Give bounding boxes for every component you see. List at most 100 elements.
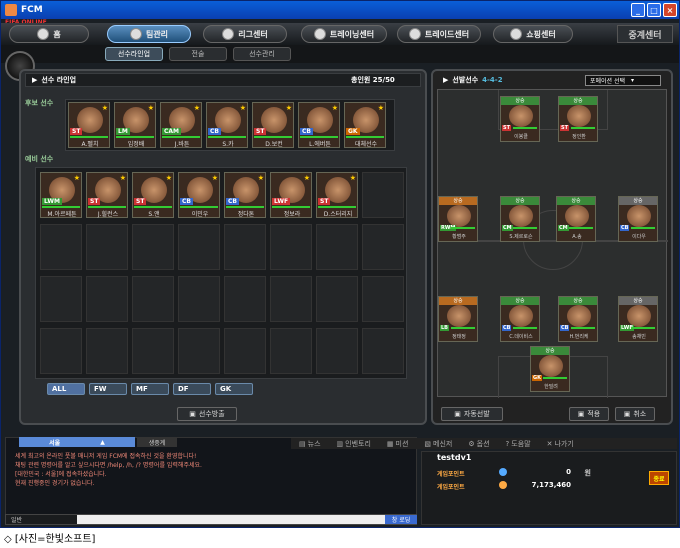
subtab-0[interactable]: 선수라인업 — [105, 47, 163, 61]
auto-select-button[interactable]: ▣ 자동선발 — [441, 407, 503, 421]
player-card[interactable]: ★ ST S.앤 — [132, 172, 174, 218]
point-value: 0 — [566, 468, 571, 476]
empty-slot[interactable] — [40, 328, 82, 374]
nav-icon — [222, 28, 235, 40]
menu-item[interactable]: ✕ 나가기 — [539, 438, 582, 449]
starter-card[interactable]: 상승 CB 이다우 — [618, 196, 658, 242]
player-card[interactable]: ★ LWM M.아르떼튼 — [40, 172, 82, 218]
formation-select[interactable]: 포메이션 선택 ▾ — [585, 75, 661, 86]
player-position: LM — [116, 128, 130, 135]
empty-slot[interactable] — [316, 276, 358, 322]
player-card[interactable]: ★ GK 대체선수 — [344, 102, 386, 148]
starter-card[interactable]: 상승 CB C.데이비스 — [500, 296, 540, 342]
filter-all[interactable]: ALL — [47, 383, 85, 395]
minimize-button[interactable]: _ — [631, 3, 645, 17]
nav-label: 트레이닝센터 — [329, 29, 375, 39]
top-nav: 중계센터 홈 팀관리 리그센터 트레이닝센터 트레이드센터 쇼핑센터 — [1, 23, 679, 45]
menu-item[interactable]: ▦ 미션 — [379, 438, 417, 449]
filter-mf[interactable]: MF — [131, 383, 169, 395]
cancel-button[interactable]: ▣ 취소 — [615, 407, 655, 421]
empty-slot[interactable] — [316, 224, 358, 270]
menu-item[interactable]: ▤ 뉴스 — [291, 438, 329, 449]
empty-slot[interactable] — [132, 276, 174, 322]
nav-5[interactable]: 쇼핑센터 — [493, 25, 573, 43]
empty-slot[interactable] — [86, 328, 128, 374]
empty-slot[interactable] — [178, 328, 220, 374]
player-card[interactable]: ★ CAM J.바튼 — [160, 102, 202, 148]
empty-slot[interactable] — [132, 224, 174, 270]
empty-slot[interactable] — [224, 276, 266, 322]
nav-3[interactable]: 트레이닝센터 — [301, 25, 387, 43]
star-icon: ★ — [147, 104, 154, 112]
empty-slot[interactable] — [86, 276, 128, 322]
player-card[interactable]: ★ LWF 정보라 — [270, 172, 312, 218]
filter-fw[interactable]: FW — [89, 383, 127, 395]
nav-0[interactable]: 홈 — [9, 25, 89, 43]
empty-slot[interactable] — [40, 276, 82, 322]
menu-item[interactable]: ▥ 인벤토리 — [329, 438, 379, 449]
empty-slot[interactable] — [362, 224, 404, 270]
chat-mode[interactable]: 일반 — [11, 515, 22, 524]
subtab-1[interactable]: 전술 — [169, 47, 227, 61]
starter-card[interactable]: 상승 CB H.번리케 — [558, 296, 598, 342]
starter-card[interactable]: 상승 GK 한빌려 — [530, 346, 570, 392]
player-card[interactable]: ★ CB 정다톤 — [224, 172, 266, 218]
empty-slot[interactable] — [224, 328, 266, 374]
player-card[interactable]: ★ CB S.카 — [206, 102, 248, 148]
starter-name: 한빌려 — [544, 384, 558, 390]
player-card[interactable]: ★ CB L.에버튼 — [298, 102, 340, 148]
player-card[interactable]: ★ ST A.펠치 — [68, 102, 110, 148]
empty-slot[interactable] — [270, 224, 312, 270]
player-position: CB — [300, 128, 313, 135]
live-tab[interactable]: 생중계 — [137, 438, 177, 447]
empty-slot[interactable] — [362, 328, 404, 374]
apply-button[interactable]: ▣ 적용 — [569, 407, 609, 421]
exit-button[interactable]: 종료 — [649, 471, 669, 485]
broadcast-center-button[interactable]: 중계센터 — [617, 25, 673, 43]
bottom-menu: ▤ 뉴스 ▥ 인벤토리 ▦ 미션 ▧ 메신저 ⚙ 옵션? 도움말 ✕ 나가기 — [291, 438, 677, 449]
nav-icon — [313, 28, 326, 40]
maximize-button[interactable]: □ — [647, 3, 661, 17]
menu-item[interactable]: ▧ 메신저 — [416, 438, 460, 449]
player-card[interactable]: ★ ST D.보컨 — [252, 102, 294, 148]
player-card[interactable]: ★ ST J.힐런스 — [86, 172, 128, 218]
menu-item[interactable]: ⚙ 옵션 — [460, 438, 497, 449]
chat-input[interactable] — [77, 515, 385, 524]
close-button[interactable]: × — [663, 3, 677, 17]
empty-slot[interactable] — [178, 224, 220, 270]
starter-card[interactable]: 상승 CM A.송 — [556, 196, 596, 242]
empty-slot[interactable] — [40, 224, 82, 270]
empty-slot[interactable] — [178, 276, 220, 322]
empty-slot[interactable] — [224, 224, 266, 270]
empty-slot[interactable] — [270, 276, 312, 322]
menu-label: 도움말 — [511, 439, 531, 448]
subtab-2[interactable]: 선수관리 — [233, 47, 291, 61]
empty-slot[interactable] — [132, 328, 174, 374]
empty-slot[interactable] — [362, 276, 404, 322]
nav-1[interactable]: 팀관리 — [107, 25, 191, 43]
chat-send-button[interactable]: 창 로딩 — [385, 515, 417, 524]
starter-card[interactable]: 상승 ST 이봉클 — [500, 96, 540, 142]
empty-slot[interactable] — [362, 172, 404, 218]
starter-card[interactable]: 상승 CM S.제르로슨 — [500, 196, 540, 242]
player-card[interactable]: ★ LM 임정배 — [114, 102, 156, 148]
starter-card[interactable]: 상승 LWB 송채빈 — [618, 296, 658, 342]
nav-2[interactable]: 리그센터 — [203, 25, 287, 43]
player-card[interactable]: ★ CB 이민우 — [178, 172, 220, 218]
starter-card[interactable]: 상승 ST 정인환 — [558, 96, 598, 142]
starter-name: 정태정 — [452, 334, 466, 340]
starter-card[interactable]: 상승 LB 정태정 — [438, 296, 478, 342]
empty-slot[interactable] — [316, 328, 358, 374]
chat-line: 채팅 관련 명령어를 알고 싶으시다면 /help, /h, /? 명령어를 입… — [15, 462, 202, 469]
filter-gk[interactable]: GK — [215, 383, 253, 395]
player-card[interactable]: ★ ST D.스터리지 — [316, 172, 358, 218]
menu-item[interactable]: ? 도움말 — [498, 438, 539, 449]
release-player-button[interactable]: ▣ 선수방출 — [177, 407, 237, 421]
empty-slot[interactable] — [270, 328, 312, 374]
filter-df[interactable]: DF — [173, 383, 211, 395]
empty-slot[interactable] — [86, 224, 128, 270]
nav-4[interactable]: 트레이드센터 — [397, 25, 481, 43]
star-icon: ★ — [165, 174, 172, 182]
starter-card[interactable]: 상승 RWM 황범주 — [438, 196, 478, 242]
chat-channel-tab[interactable]: 서울 ▲ — [19, 437, 135, 447]
